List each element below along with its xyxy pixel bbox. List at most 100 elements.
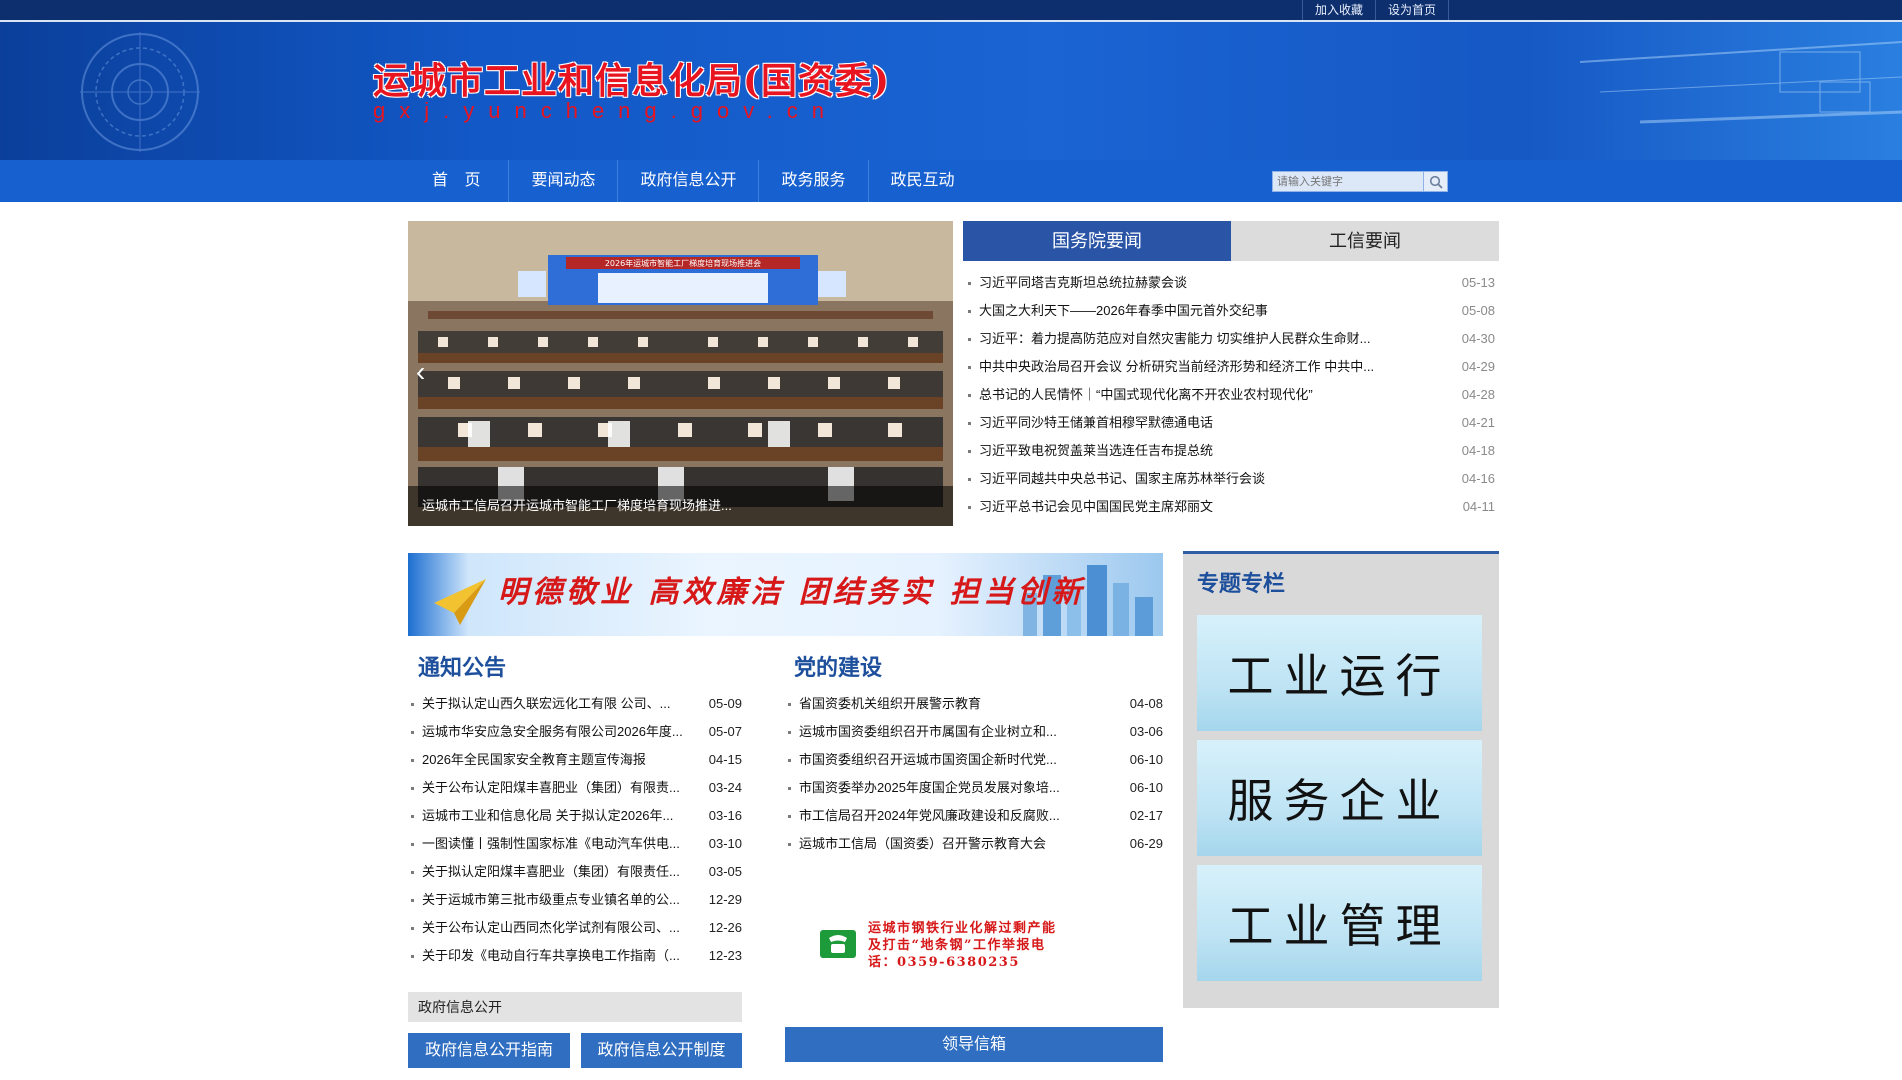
notice-date: 03-05: [708, 864, 742, 879]
notice-title[interactable]: 关于公布认定山西同杰化学试剂有限公司、...: [422, 914, 702, 942]
notice-date: 12-26: [708, 920, 742, 935]
report-hotline-banner[interactable]: 运城市钢铁行业化解过剩产能 及打击“地条钢”工作举报电 话：0359-63802…: [818, 920, 1130, 976]
notice-title[interactable]: 关于公布认定阳煤丰喜肥业（集团）有限责...: [422, 774, 702, 802]
add-favorite-link[interactable]: 加入收藏: [1302, 0, 1375, 22]
notice-date: 03-10: [708, 836, 742, 851]
conference-photo: 2026年运城市智能工厂梯度培育现场推进会: [408, 221, 953, 526]
notice-date: 04-15: [708, 752, 742, 767]
hotline-line-3: 话：0359-6380235: [868, 955, 1020, 970]
party-item-title[interactable]: 运城市国资委组织召开市属国有企业树立和...: [799, 718, 1099, 746]
news-item[interactable]: 习近平同塔吉克斯坦总统拉赫蒙会谈 05-13: [963, 269, 1499, 297]
news-item[interactable]: 习近平同越共中央总书记、国家主席苏林举行会谈 04-16: [963, 465, 1499, 493]
special-card-serve-enterprises[interactable]: 服务企业: [1197, 740, 1482, 856]
photo-slideshow[interactable]: 2026年运城市智能工厂梯度培育现场推进会 ‹ 运城市工信局召开运城市智能工厂梯…: [408, 221, 953, 526]
set-homepage-link[interactable]: 设为首页: [1375, 0, 1450, 22]
party-item-date: 06-29: [1129, 836, 1163, 851]
list-item[interactable]: 关于公布认定山西同杰化学试剂有限公司、... 12-26: [408, 914, 742, 942]
list-item[interactable]: 市国资委举办2025年度国企党员发展对象培... 06-10: [785, 774, 1163, 802]
news-date: 04-11: [1462, 499, 1495, 514]
news-date: 05-13: [1461, 275, 1495, 290]
slide-prev-arrow[interactable]: ‹: [416, 356, 425, 388]
list-item[interactable]: 关于印发《电动自行车共享换电工作指南（... 12-23: [408, 942, 742, 970]
notice-title[interactable]: 关于拟认定山西久联宏远化工有限 公司、...: [422, 690, 702, 718]
list-item[interactable]: 关于运城市第三批市级重点专业镇名单的公... 12-29: [408, 886, 742, 914]
search-box: [1272, 171, 1448, 192]
party-item-date: 02-17: [1129, 808, 1163, 823]
party-item-date: 03-06: [1129, 724, 1163, 739]
nav-items: 首 页 要闻动态 政府信息公开 政务服务 政民互动: [408, 160, 977, 202]
special-card-industry-operation[interactable]: 工业运行: [1197, 615, 1482, 731]
screen-banner-text: 2026年运城市智能工厂梯度培育现场推进会: [605, 258, 761, 268]
list-item[interactable]: 关于拟认定山西久联宏远化工有限 公司、... 05-09: [408, 690, 742, 718]
news-item[interactable]: 中共中央政治局召开会议 分析研究当前经济形势和经济工作 中共中... 04-29: [963, 353, 1499, 381]
news-title[interactable]: 习近平同沙特王储兼首相穆罕默德通电话: [979, 409, 1419, 437]
notice-date: 05-09: [708, 696, 742, 711]
tab-state-council-news[interactable]: 国务院要闻: [963, 221, 1231, 261]
list-item[interactable]: 关于公布认定阳煤丰喜肥业（集团）有限责... 03-24: [408, 774, 742, 802]
nav-item-services[interactable]: 政务服务: [759, 160, 869, 202]
search-button[interactable]: [1424, 171, 1448, 192]
notice-title[interactable]: 关于运城市第三批市级重点专业镇名单的公...: [422, 886, 702, 914]
news-item[interactable]: 大国之大利天下——2026年春季中国元首外交纪事 05-08: [963, 297, 1499, 325]
leader-mailbox-button[interactable]: 领导信箱: [785, 1027, 1163, 1062]
news-item[interactable]: 习近平同沙特王储兼首相穆罕默德通电话 04-21: [963, 409, 1499, 437]
gov-info-guide-button[interactable]: 政府信息公开指南: [408, 1033, 570, 1068]
notices-title[interactable]: 通知公告: [418, 650, 506, 682]
party-item-title[interactable]: 市国资委组织召开运城市国资国企新时代党...: [799, 746, 1099, 774]
party-item-title[interactable]: 运城市工信局（国资委）召开警示教育大会: [799, 830, 1099, 858]
news-tabs: 国务院要闻 工信要闻: [963, 221, 1499, 261]
list-item[interactable]: 运城市工信局（国资委）召开警示教育大会 06-29: [785, 830, 1163, 858]
motto-banner: 明德敬业 高效廉洁 团结务实 担当创新: [408, 553, 1163, 636]
news-date: 04-16: [1461, 471, 1495, 486]
slide-caption[interactable]: 运城市工信局召开运城市智能工厂梯度培育现场推进...: [408, 486, 953, 526]
notice-date: 12-29: [708, 892, 742, 907]
notice-title[interactable]: 2026年全民国家安全教育主题宣传海报: [422, 746, 702, 774]
notice-title[interactable]: 运城市工业和信息化局 关于拟认定2026年...: [422, 802, 702, 830]
list-item[interactable]: 市国资委组织召开运城市国资国企新时代党... 06-10: [785, 746, 1163, 774]
party-building-title[interactable]: 党的建设: [794, 650, 882, 682]
hotline-line-2: 及打击“地条钢”工作举报电: [868, 938, 1046, 953]
news-title[interactable]: 习近平致电祝贺盖莱当选连任吉布提总统: [979, 437, 1419, 465]
tab-industry-news[interactable]: 工信要闻: [1231, 221, 1499, 261]
news-title[interactable]: 中共中央政治局召开会议 分析研究当前经济形势和经济工作 中共中...: [979, 353, 1419, 381]
special-card-industry-management[interactable]: 工业管理: [1197, 865, 1482, 981]
nav-item-gov-info[interactable]: 政府信息公开: [618, 160, 760, 202]
news-item[interactable]: 习近平：着力提高防范应对自然灾害能力 切实维护人民群众生命财... 04-30: [963, 325, 1499, 353]
notice-title[interactable]: 运城市华安应急安全服务有限公司2026年度...: [422, 718, 702, 746]
nav-item-interaction[interactable]: 政民互动: [869, 160, 977, 202]
news-title[interactable]: 习近平总书记会见中国国民党主席郑丽文: [979, 493, 1419, 521]
news-item[interactable]: 总书记的人民情怀｜“中国式现代化离不开农业农村现代化” 04-28: [963, 381, 1499, 409]
news-title[interactable]: 总书记的人民情怀｜“中国式现代化离不开农业农村现代化”: [979, 381, 1419, 409]
special-card-label: 工业运行: [1227, 649, 1452, 703]
notice-date: 05-07: [708, 724, 742, 739]
party-item-title[interactable]: 市国资委举办2025年度国企党员发展对象培...: [799, 774, 1099, 802]
party-item-title[interactable]: 省国资委机关组织开展警示教育: [799, 690, 1099, 718]
list-item[interactable]: 运城市国资委组织召开市属国有企业树立和... 03-06: [785, 718, 1163, 746]
news-date: 04-21: [1461, 415, 1495, 430]
nav-item-home[interactable]: 首 页: [408, 160, 510, 202]
news-item[interactable]: 习近平总书记会见中国国民党主席郑丽文 04-11: [963, 493, 1499, 521]
news-title[interactable]: 大国之大利天下——2026年春季中国元首外交纪事: [979, 297, 1419, 325]
party-item-title[interactable]: 市工信局召开2024年党风廉政建设和反腐败...: [799, 802, 1099, 830]
notice-title[interactable]: 一图读懂丨强制性国家标准《电动汽车供电...: [422, 830, 702, 858]
list-item[interactable]: 运城市华安应急安全服务有限公司2026年度... 05-07: [408, 718, 742, 746]
news-date: 04-30: [1461, 331, 1495, 346]
list-item[interactable]: 市工信局召开2024年党风廉政建设和反腐败... 02-17: [785, 802, 1163, 830]
list-item[interactable]: 运城市工业和信息化局 关于拟认定2026年... 03-16: [408, 802, 742, 830]
site-domain: gxj.yuncheng.gov.cn: [373, 98, 838, 123]
nav-item-news[interactable]: 要闻动态: [509, 160, 619, 202]
news-date: 04-18: [1461, 443, 1495, 458]
news-title[interactable]: 习近平同越共中央总书记、国家主席苏林举行会谈: [979, 465, 1419, 493]
news-title[interactable]: 习近平同塔吉克斯坦总统拉赫蒙会谈: [979, 269, 1419, 297]
list-item[interactable]: 省国资委机关组织开展警示教育 04-08: [785, 690, 1163, 718]
list-item[interactable]: 关于拟认定阳煤丰喜肥业（集团）有限责任... 03-05: [408, 858, 742, 886]
news-item[interactable]: 习近平致电祝贺盖莱当选连任吉布提总统 04-18: [963, 437, 1499, 465]
notice-title[interactable]: 关于印发《电动自行车共享换电工作指南（...: [422, 942, 702, 970]
list-item[interactable]: 一图读懂丨强制性国家标准《电动汽车供电... 03-10: [408, 830, 742, 858]
list-item[interactable]: 2026年全民国家安全教育主题宣传海报 04-15: [408, 746, 742, 774]
search-input[interactable]: [1272, 171, 1424, 192]
notice-title[interactable]: 关于拟认定阳煤丰喜肥业（集团）有限责任...: [422, 858, 702, 886]
special-column: 专题专栏 工业运行 服务企业 工业管理: [1183, 551, 1499, 1008]
gov-info-system-button[interactable]: 政府信息公开制度: [581, 1033, 742, 1068]
news-title[interactable]: 习近平：着力提高防范应对自然灾害能力 切实维护人民群众生命财...: [979, 325, 1419, 353]
